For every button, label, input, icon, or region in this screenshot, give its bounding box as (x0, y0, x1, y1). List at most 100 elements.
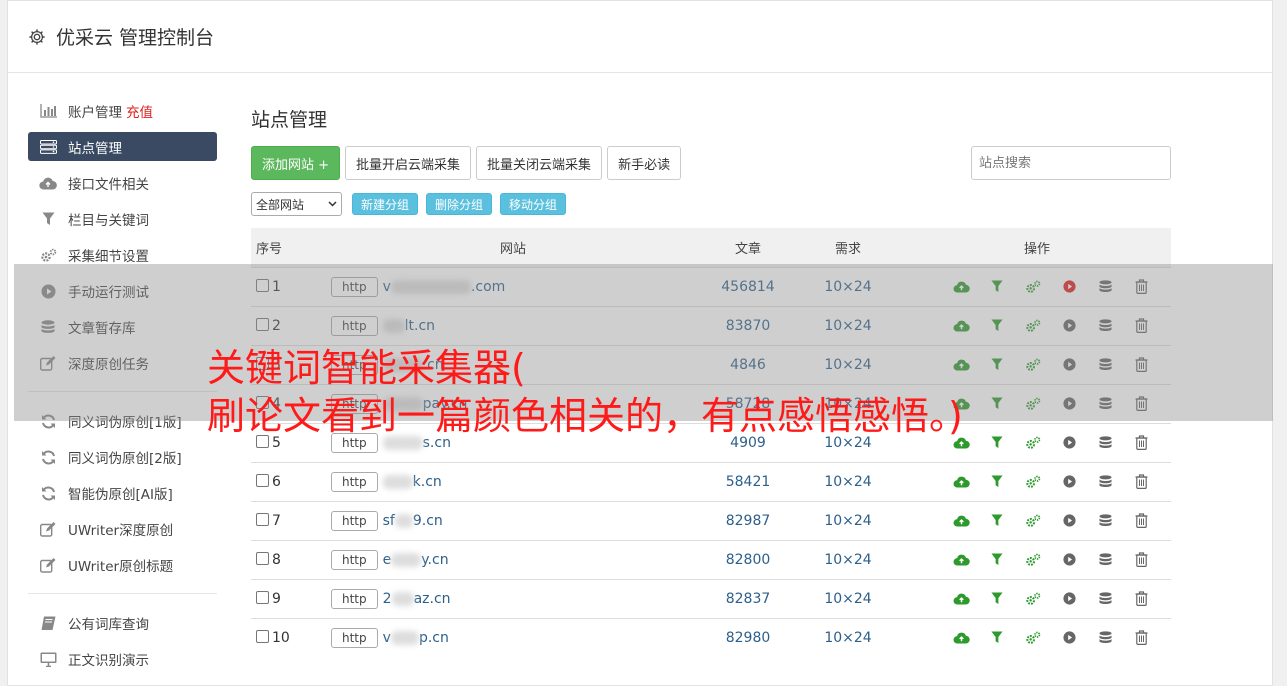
group-select-value: 全部网站 (256, 197, 305, 212)
articles-count[interactable]: 82837 (703, 578, 793, 618)
site-domain-link[interactable]: e y.cn (383, 552, 449, 568)
protocol-badge[interactable]: http (331, 510, 378, 531)
cloud-upload-op-icon[interactable] (943, 628, 979, 648)
trash-op-icon[interactable] (1123, 628, 1159, 648)
filter-op-icon[interactable] (979, 433, 1015, 453)
row-checkbox[interactable] (256, 629, 269, 643)
filter-op-icon[interactable] (979, 589, 1015, 609)
database-op-icon[interactable] (1087, 550, 1123, 570)
articles-count[interactable]: 58421 (703, 461, 793, 501)
cloud-upload-op-icon[interactable] (943, 589, 979, 609)
chevron-down-icon (328, 201, 337, 207)
batch-open-button[interactable]: 批量开启云端采集 (345, 146, 472, 180)
gear-icon (29, 28, 45, 45)
row-number-cell: 9 (251, 578, 323, 618)
cloud-upload-op-icon[interactable] (943, 550, 979, 570)
filter-op-icon[interactable] (979, 628, 1015, 648)
sidebar-item[interactable]: 站点管理 (28, 132, 217, 161)
database-op-icon[interactable] (1087, 589, 1123, 609)
play-circle-op-icon[interactable] (1051, 472, 1087, 492)
database-op-icon[interactable] (1087, 511, 1123, 531)
sidebar-item[interactable]: UWriter原创标题 (28, 547, 217, 583)
database-op-icon[interactable] (1087, 472, 1123, 492)
demand-value[interactable]: 10×24 (793, 500, 903, 540)
site-cell: http k.cn (323, 461, 703, 501)
toolbar: 添加网站 + 批量开启云端采集 批量关闭云端采集 新手必读 (251, 146, 1171, 180)
play-circle-op-icon[interactable] (1051, 433, 1087, 453)
articles-count[interactable]: 82800 (703, 539, 793, 579)
cloud-upload-op-icon[interactable] (943, 511, 979, 531)
table-row: 7 http sf 9.cn 82987 10×24 (251, 500, 1171, 540)
demand-value[interactable]: 10×24 (793, 461, 903, 501)
filter-op-icon[interactable] (979, 472, 1015, 492)
database-op-icon[interactable] (1087, 628, 1123, 648)
gears-op-icon[interactable] (1015, 628, 1051, 648)
site-cell: http 2 az.cn (323, 578, 703, 618)
demand-value[interactable]: 10×24 (793, 578, 903, 618)
filter-op-icon[interactable] (979, 511, 1015, 531)
add-site-button[interactable]: 添加网站 + (251, 146, 341, 180)
play-circle-op-icon[interactable] (1051, 628, 1087, 648)
cloud-upload-op-icon[interactable] (943, 472, 979, 492)
new-group-button[interactable]: 新建分组 (352, 193, 419, 215)
row-checkbox[interactable] (256, 473, 269, 487)
gears-op-icon[interactable] (1015, 589, 1051, 609)
trash-op-icon[interactable] (1123, 472, 1159, 492)
book-icon (39, 614, 57, 632)
trash-op-icon[interactable] (1123, 511, 1159, 531)
site-domain-link[interactable]: sf 9.cn (383, 513, 443, 529)
table-row: 6 http k.cn 58421 10×24 (251, 461, 1171, 501)
filter-op-icon[interactable] (979, 550, 1015, 570)
row-number-cell: 8 (251, 539, 323, 579)
protocol-badge[interactable]: http (331, 627, 378, 648)
sidebar-item[interactable]: 公有词库查询 (28, 605, 217, 641)
sidebar-item[interactable]: 接口文件相关 (28, 165, 217, 201)
row-checkbox[interactable] (256, 590, 269, 604)
move-group-button[interactable]: 移动分组 (500, 193, 567, 215)
articles-count[interactable]: 82987 (703, 500, 793, 540)
row-number: 9 (272, 590, 281, 607)
sidebar-item[interactable]: 同义词伪原创[2版] (28, 439, 217, 475)
site-domain-link[interactable]: k.cn (382, 474, 442, 490)
demand-value[interactable]: 10×24 (793, 539, 903, 579)
edit-icon (39, 520, 57, 538)
cloud-upload-icon (39, 174, 57, 192)
row-checkbox[interactable] (256, 551, 269, 565)
protocol-badge[interactable]: http (331, 549, 378, 570)
sidebar-item[interactable]: UWriter深度原创 (28, 511, 217, 547)
play-circle-op-icon[interactable] (1051, 589, 1087, 609)
trash-op-icon[interactable] (1123, 589, 1159, 609)
recharge-link[interactable]: 充值 (126, 101, 153, 121)
site-search-input[interactable] (971, 146, 1171, 180)
domain-prefix: 2 (382, 590, 392, 607)
guide-button[interactable]: 新手必读 (607, 146, 682, 180)
trash-op-icon[interactable] (1123, 433, 1159, 453)
gears-op-icon[interactable] (1015, 433, 1051, 453)
site-domain-link[interactable]: v p.cn (383, 630, 449, 646)
gears-op-icon[interactable] (1015, 472, 1051, 492)
group-select[interactable]: 全部网站 (251, 192, 342, 216)
sidebar-item[interactable]: 正文识别演示 (28, 641, 217, 677)
overlay-caption: 关键词智能采集器(刷论文看到一篇颜色相关的，有点感悟感悟。) (207, 344, 963, 440)
protocol-badge[interactable]: http (331, 588, 378, 609)
row-number: 6 (272, 473, 281, 490)
batch-close-button[interactable]: 批量关闭云端采集 (476, 146, 603, 180)
sidebar-item[interactable]: 栏目与关键词 (28, 201, 217, 237)
sidebar-item[interactable]: 智能伪原创[AI版] (28, 475, 217, 511)
trash-op-icon[interactable] (1123, 550, 1159, 570)
protocol-badge[interactable]: http (331, 471, 378, 492)
gears-op-icon[interactable] (1015, 550, 1051, 570)
database-op-icon[interactable] (1087, 433, 1123, 453)
ops-cell (903, 461, 1171, 501)
delete-group-button[interactable]: 删除分组 (426, 193, 493, 215)
demand-value[interactable]: 10×24 (793, 617, 903, 657)
sidebar-divider (28, 593, 217, 594)
row-checkbox[interactable] (256, 512, 269, 526)
play-circle-op-icon[interactable] (1051, 511, 1087, 531)
gears-op-icon[interactable] (1015, 511, 1051, 531)
domain-suffix: 9.cn (412, 512, 443, 529)
articles-count[interactable]: 82980 (703, 617, 793, 657)
site-domain-link[interactable]: 2 az.cn (383, 591, 451, 607)
sidebar-item[interactable]: 账户管理 充值 (28, 93, 217, 129)
play-circle-op-icon[interactable] (1051, 550, 1087, 570)
